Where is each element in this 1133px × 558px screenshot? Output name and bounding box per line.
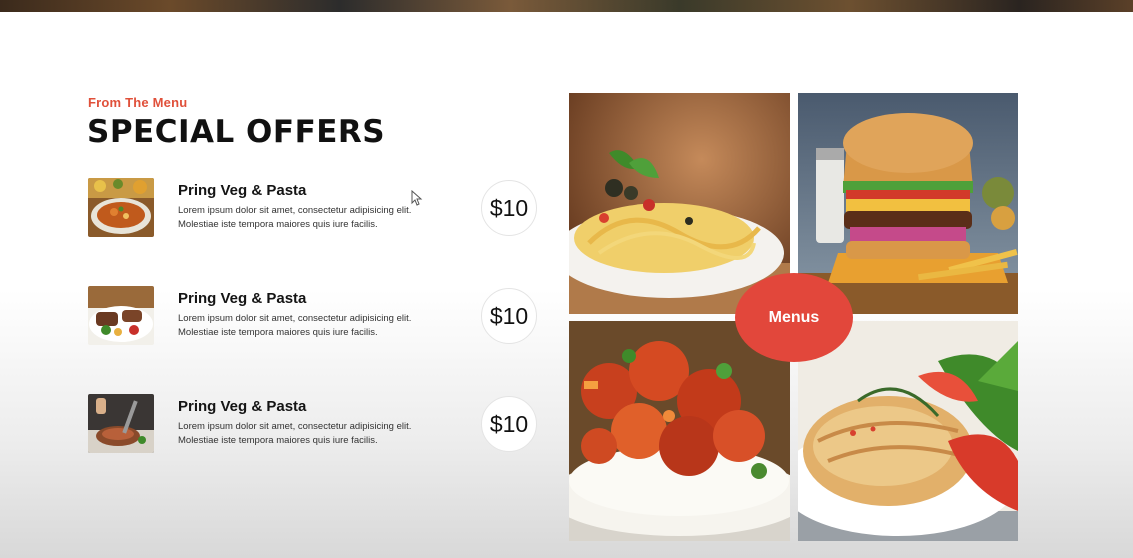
- sweet-sour-chicken-rice-image: [569, 321, 790, 541]
- grilled-meat-vegetables-image: [88, 286, 154, 345]
- offer-item[interactable]: Pring Veg & Pasta Lorem ipsum dolor sit …: [88, 286, 538, 348]
- offer-item[interactable]: Pring Veg & Pasta Lorem ipsum dolor sit …: [88, 178, 538, 240]
- offer-price-badge: $10: [481, 180, 537, 236]
- section-eyebrow: From The Menu: [88, 95, 188, 110]
- curry-bowl-image: [88, 178, 154, 237]
- offer-name: Pring Veg & Pasta: [178, 290, 307, 307]
- offer-desc-line: Lorem ipsum dolor sit amet, consectetur …: [178, 421, 412, 432]
- top-banner-image-strip: [0, 0, 1133, 12]
- offer-desc-line: Molestiae iste tempora maiores quis iure…: [178, 327, 378, 338]
- pasta-plate-image: [569, 93, 790, 314]
- offer-description: Lorem ipsum dolor sit amet, consectetur …: [178, 204, 468, 232]
- offer-desc-line: Molestiae iste tempora maiores quis iure…: [178, 435, 378, 446]
- offer-desc-line: Molestiae iste tempora maiores quis iure…: [178, 219, 378, 230]
- offer-price-badge: $10: [481, 396, 537, 452]
- grilled-chicken-salad-image: [798, 321, 1018, 541]
- offer-desc-line: Lorem ipsum dolor sit amet, consectetur …: [178, 205, 412, 216]
- section-title: SPECIAL OFFERS: [87, 114, 386, 150]
- offer-name: Pring Veg & Pasta: [178, 182, 307, 199]
- mouse-pointer-icon: [411, 190, 423, 206]
- offer-description: Lorem ipsum dolor sit amet, consectetur …: [178, 312, 468, 340]
- steak-cutting-image: [88, 394, 154, 453]
- offer-description: Lorem ipsum dolor sit amet, consectetur …: [178, 420, 468, 448]
- offer-desc-line: Lorem ipsum dolor sit amet, consectetur …: [178, 313, 412, 324]
- offer-name: Pring Veg & Pasta: [178, 398, 307, 415]
- offer-item[interactable]: Pring Veg & Pasta Lorem ipsum dolor sit …: [88, 394, 538, 456]
- offer-price-badge: $10: [481, 288, 537, 344]
- menus-button[interactable]: Menus: [735, 273, 853, 362]
- burger-fries-image: [798, 93, 1018, 314]
